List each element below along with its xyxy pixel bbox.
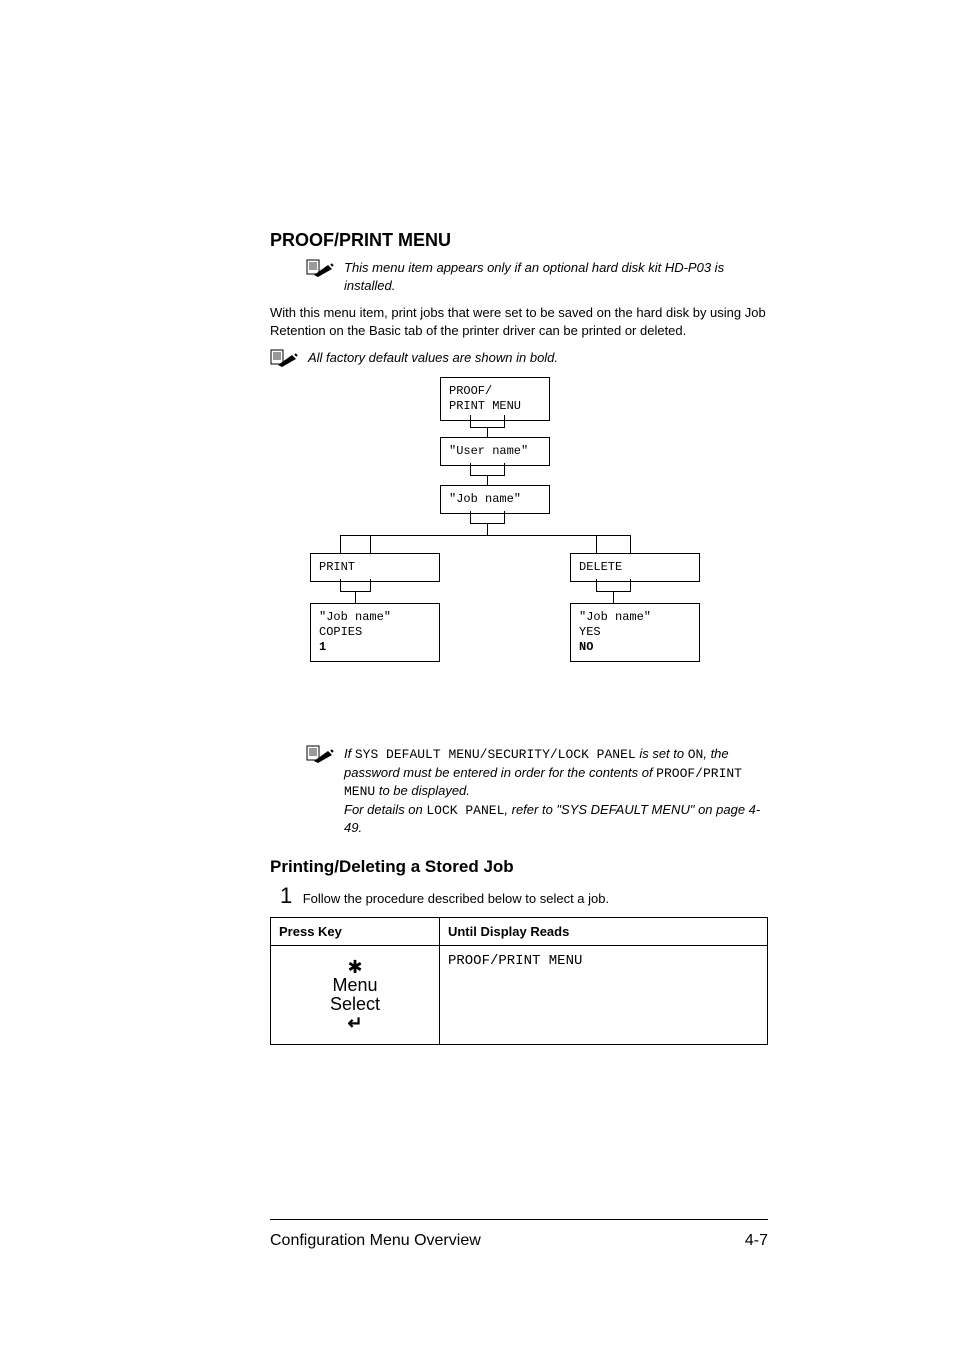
diagram-text: 1 <box>319 640 326 654</box>
note-3-code: SYS DEFAULT MENU/SECURITY/LOCK PANEL <box>355 747 636 762</box>
note-3-text: If SYS DEFAULT MENU/SECURITY/LOCK PANEL … <box>344 745 768 837</box>
table-header-row: Press Key Until Display Reads <box>271 917 768 945</box>
diagram-connector <box>504 463 505 475</box>
footer-rule <box>270 1219 768 1220</box>
note-3-part: is set to <box>636 746 688 761</box>
subsection-title: Printing/Deleting a Stored Job <box>270 857 768 877</box>
diagram-connector <box>613 591 614 603</box>
star-icon: ✱ <box>283 958 427 976</box>
diagram-connector <box>504 511 505 523</box>
diagram-box-job-name: "Job name" <box>440 485 550 514</box>
diagram-box-user-name: "User name" <box>440 437 550 466</box>
diagram-text: YES <box>579 625 601 639</box>
diagram-text: PRINT <box>319 560 355 574</box>
diagram-connector <box>340 535 630 536</box>
diagram-connector <box>370 535 371 553</box>
note-1-text: This menu item appears only if an option… <box>344 259 768 294</box>
note-2: All factory default values are shown in … <box>270 349 768 367</box>
diagram-connector <box>596 535 597 553</box>
page: PROOF/PRINT MENU This menu item appears … <box>0 0 954 1350</box>
menu-label-line1: Menu <box>283 976 427 995</box>
menu-label-line2: Select <box>283 995 427 1014</box>
menu-select-key: ✱ Menu Select ↵ <box>279 952 431 1038</box>
body-paragraph: With this menu item, print jobs that wer… <box>270 304 768 339</box>
diagram-box-delete: DELETE <box>570 553 700 582</box>
menu-tree-diagram: PROOF/ PRINT MENU "User name" "Job name" <box>270 377 768 727</box>
step-number: 1 <box>280 883 292 908</box>
diagram-connector <box>487 523 488 535</box>
table-cell-display: PROOF/PRINT MENU <box>439 945 767 1044</box>
note-3-part: If <box>344 746 355 761</box>
note-2-text: All factory default values are shown in … <box>308 349 558 367</box>
diagram-connector <box>470 511 471 523</box>
key-table: Press Key Until Display Reads ✱ Menu Sel… <box>270 917 768 1045</box>
diagram-text: "User name" <box>449 444 528 458</box>
diagram-connector <box>487 475 488 485</box>
note-icon <box>306 745 334 763</box>
diagram-box-proof-print-menu: PROOF/ PRINT MENU <box>440 377 550 421</box>
diagram-connector <box>596 579 597 591</box>
diagram-box-print-leaf: "Job name" COPIES 1 <box>310 603 440 662</box>
note-1: This menu item appears only if an option… <box>306 259 768 294</box>
diagram-text: "Job name" <box>319 610 391 624</box>
note-3-part: For details on <box>344 802 426 817</box>
table-header-until-display: Until Display Reads <box>439 917 767 945</box>
diagram-text: PRINT MENU <box>449 399 521 413</box>
diagram-connector <box>340 579 341 591</box>
diagram-connector <box>504 415 505 427</box>
diagram-connector <box>370 579 371 591</box>
footer-left: Configuration Menu Overview <box>270 1232 481 1250</box>
display-value: PROOF/PRINT MENU <box>448 953 582 969</box>
diagram-connector <box>630 535 631 553</box>
diagram-text: "Job name" <box>449 492 521 506</box>
note-icon <box>270 349 298 367</box>
table-row: ✱ Menu Select ↵ PROOF/PRINT MENU <box>271 945 768 1044</box>
page-footer: Configuration Menu Overview 4-7 <box>270 1232 768 1250</box>
enter-icon: ↵ <box>283 1014 427 1032</box>
diagram-connector <box>355 591 356 603</box>
diagram-connector <box>630 579 631 591</box>
table-cell-key: ✱ Menu Select ↵ <box>271 945 440 1044</box>
diagram-text: COPIES <box>319 625 362 639</box>
diagram-connector <box>487 427 488 437</box>
note-3-code: ON <box>688 747 704 762</box>
diagram-text: PROOF/ <box>449 384 492 398</box>
diagram-connector <box>470 463 471 475</box>
diagram-connector <box>340 535 341 553</box>
diagram-box-print: PRINT <box>310 553 440 582</box>
step-1: 1 Follow the procedure described below t… <box>280 883 768 909</box>
note-3-part: to be displayed. <box>375 783 470 798</box>
diagram-connector <box>470 415 471 427</box>
note-3: If SYS DEFAULT MENU/SECURITY/LOCK PANEL … <box>306 745 768 837</box>
note-3-code: LOCK PANEL <box>426 803 504 818</box>
table-header-press-key: Press Key <box>271 917 440 945</box>
diagram-box-delete-leaf: "Job name" YES NO <box>570 603 700 662</box>
diagram-text: NO <box>579 640 593 654</box>
section-title: PROOF/PRINT MENU <box>270 230 768 251</box>
diagram-text: DELETE <box>579 560 622 574</box>
diagram-text: "Job name" <box>579 610 651 624</box>
footer-right: 4-7 <box>745 1232 768 1250</box>
note-icon <box>306 259 334 277</box>
step-text: Follow the procedure described below to … <box>303 891 609 906</box>
